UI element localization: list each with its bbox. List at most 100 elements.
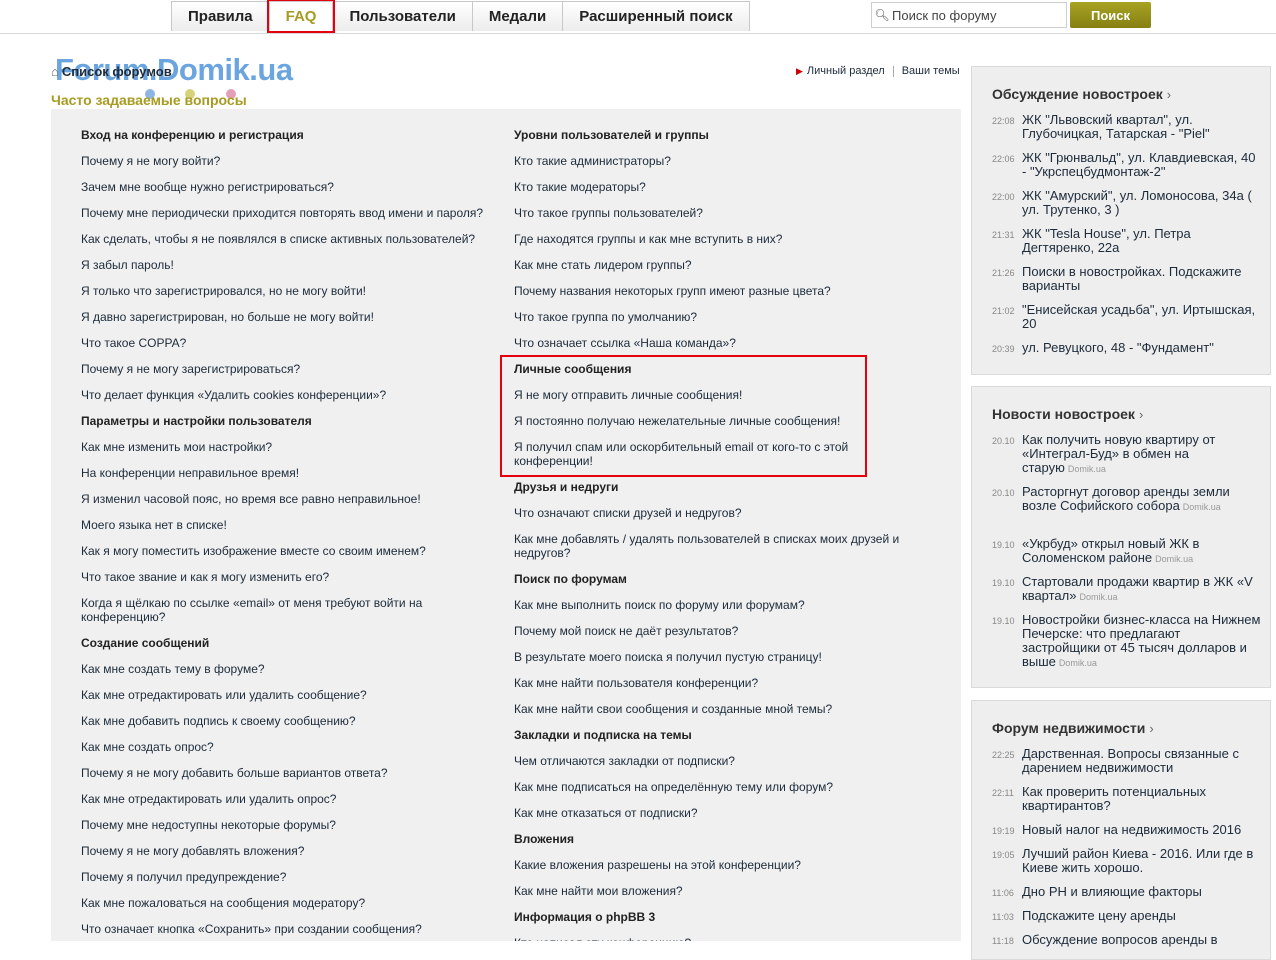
- faq-question-link[interactable]: Когда я щёлкаю по ссылке «email» от меня…: [81, 596, 486, 624]
- faq-question-link[interactable]: Как мне отказаться от подписки?: [514, 806, 909, 820]
- faq-question-link[interactable]: Почему я не могу войти?: [81, 154, 486, 168]
- faq-question-link[interactable]: Кто такие модераторы?: [514, 180, 909, 194]
- faq-question-link[interactable]: Как мне найти мои вложения?: [514, 884, 909, 898]
- faq-question-link[interactable]: Как я могу поместить изображение вместе …: [81, 544, 486, 558]
- news-link[interactable]: ЖК "Львовский квартал", ул. Глубочицкая,…: [1022, 113, 1262, 141]
- faq-question-link[interactable]: Почему мне недоступны некоторые форумы?: [81, 818, 486, 832]
- news-link[interactable]: Лучший район Киева - 2016. Или где в Кие…: [1022, 847, 1262, 875]
- search-button[interactable]: Поиск: [1070, 2, 1151, 28]
- news-title[interactable]: Новый налог на недвижимость 2016: [1022, 822, 1241, 837]
- faq-question-link[interactable]: Я изменил часовой пояс, но время все рав…: [81, 492, 486, 506]
- faq-question-link[interactable]: Где находятся группы и как мне вступить …: [514, 232, 909, 246]
- tab-users[interactable]: Пользователи: [332, 1, 473, 31]
- faq-question-link[interactable]: Как мне отредактировать или удалить опро…: [81, 792, 486, 806]
- news-title[interactable]: Дарственная. Вопросы связанные с дарение…: [1022, 746, 1239, 775]
- faq-question-link[interactable]: Что означает ссылка «Наша команда»?: [514, 336, 909, 350]
- faq-question-link[interactable]: Как мне подписаться на определённую тему…: [514, 780, 909, 794]
- home-icon[interactable]: ⌂: [51, 64, 59, 79]
- news-title[interactable]: Лучший район Киева - 2016. Или где в Кие…: [1022, 846, 1253, 875]
- faq-question-link[interactable]: Что такое COPPA?: [81, 336, 486, 350]
- faq-question-link[interactable]: Как мне пожаловаться на сообщения модера…: [81, 896, 486, 910]
- news-link[interactable]: Дарственная. Вопросы связанные с дарение…: [1022, 747, 1262, 775]
- faq-question-link[interactable]: Моего языка нет в списке!: [81, 518, 486, 532]
- faq-question-link[interactable]: Что такое группа по умолчанию?: [514, 310, 909, 324]
- faq-question-link[interactable]: Как мне добавлять / удалять пользователе…: [514, 532, 909, 560]
- faq-question-link[interactable]: Я не могу отправить личные сообщения!: [514, 388, 909, 402]
- tab-advanced-search[interactable]: Расширенный поиск: [562, 1, 750, 31]
- news-link[interactable]: "Енисейская усадьба", ул. Иртышская, 20: [1022, 303, 1262, 331]
- news-link[interactable]: ЖК "Tesla House", ул. Петра Дегтяренко, …: [1022, 227, 1262, 255]
- faq-question-link[interactable]: Я только что зарегистрировался, но не мо…: [81, 284, 486, 298]
- news-link[interactable]: Расторгнут договор аренды земли возле Со…: [1022, 485, 1262, 514]
- tab-rules[interactable]: Правила: [171, 1, 270, 31]
- faq-question-link[interactable]: Что означает кнопка «Сохранить» при созд…: [81, 922, 486, 936]
- faq-question-link[interactable]: Почему мой поиск не даёт результатов?: [514, 624, 909, 638]
- faq-question-link[interactable]: Как мне стать лидером группы?: [514, 258, 909, 272]
- faq-question-link[interactable]: Почему я не могу добавлять вложения?: [81, 844, 486, 858]
- news-title[interactable]: ЖК "Амурский", ул. Ломоносова, 34а ( ул.…: [1022, 188, 1252, 217]
- news-link[interactable]: ЖК "Амурский", ул. Ломоносова, 34а ( ул.…: [1022, 189, 1262, 217]
- faq-question-link[interactable]: Что означают списки друзей и недругов?: [514, 506, 909, 520]
- news-link[interactable]: Обсуждение вопросов аренды в: [1022, 933, 1218, 947]
- news-title[interactable]: ЖК "Tesla House", ул. Петра Дегтяренко, …: [1022, 226, 1191, 255]
- news-title[interactable]: Как проверить потенциальных квартирантов…: [1022, 784, 1206, 813]
- faq-question-link[interactable]: Что такое звание и как я могу изменить е…: [81, 570, 486, 584]
- faq-question-link[interactable]: Чем отличаются закладки от подписки?: [514, 754, 909, 768]
- faq-question-link[interactable]: Какие вложения разрешены на этой конфере…: [514, 858, 909, 872]
- news-link[interactable]: Новостройки бизнес-класса на Нижнем Пече…: [1022, 613, 1262, 670]
- faq-question-link[interactable]: Почему названия некоторых групп имеют ра…: [514, 284, 909, 298]
- news-link[interactable]: Подскажите цену аренды: [1022, 909, 1176, 923]
- news-link[interactable]: ул. Ревуцкого, 48 - "Фундамент": [1022, 341, 1214, 355]
- sidebar-title[interactable]: Форум недвижимости ›: [992, 720, 1154, 736]
- news-link[interactable]: Как проверить потенциальных квартирантов…: [1022, 785, 1262, 813]
- sidebar-title-text[interactable]: Новости новостроек: [992, 406, 1135, 422]
- faq-question-link[interactable]: Как мне добавить подпись к своему сообще…: [81, 714, 486, 728]
- news-link[interactable]: Новый налог на недвижимость 2016: [1022, 823, 1241, 837]
- news-title[interactable]: Подскажите цену аренды: [1022, 908, 1176, 923]
- news-title[interactable]: ул. Ревуцкого, 48 - "Фундамент": [1022, 340, 1214, 355]
- sidebar-title[interactable]: Обсуждение новостроек ›: [992, 86, 1171, 102]
- search-input[interactable]: [892, 7, 1060, 23]
- faq-question-link[interactable]: Как мне найти свои сообщения и созданные…: [514, 702, 909, 716]
- faq-question-link[interactable]: Почему мне периодически приходится повто…: [81, 206, 486, 220]
- faq-question-link[interactable]: Что делает функция «Удалить cookies конф…: [81, 388, 486, 402]
- faq-question-link[interactable]: Как сделать, чтобы я не появлялся в спис…: [81, 232, 486, 246]
- faq-question-link[interactable]: Как мне найти пользователя конференции?: [514, 676, 909, 690]
- faq-question-link[interactable]: Как мне создать опрос?: [81, 740, 486, 754]
- faq-question-link[interactable]: Зачем мне вообще нужно регистрироваться?: [81, 180, 486, 194]
- news-link[interactable]: Стартовали продажи квартир в ЖК «V кварт…: [1022, 575, 1262, 604]
- faq-question-link[interactable]: Почему я получил предупреждение?: [81, 870, 486, 884]
- faq-question-link[interactable]: Как мне выполнить поиск по форуму или фо…: [514, 598, 909, 612]
- your-topics-link[interactable]: Ваши темы: [902, 65, 960, 77]
- news-title[interactable]: Новостройки бизнес-класса на Нижнем Пече…: [1022, 612, 1260, 669]
- sidebar-title-text[interactable]: Обсуждение новостроек: [992, 86, 1163, 102]
- tab-faq[interactable]: FAQ: [266, 0, 336, 33]
- news-title[interactable]: Обсуждение вопросов аренды в: [1022, 932, 1218, 947]
- news-title[interactable]: Поиски в новостройках. Подскажите вариан…: [1022, 264, 1242, 293]
- sidebar-title[interactable]: Новости новостроек ›: [992, 406, 1143, 422]
- news-link[interactable]: Поиски в новостройках. Подскажите вариан…: [1022, 265, 1262, 293]
- news-title[interactable]: ЖК "Львовский квартал", ул. Глубочицкая,…: [1022, 112, 1210, 141]
- faq-question-link[interactable]: Я забыл пароль!: [81, 258, 486, 272]
- faq-question-link[interactable]: Кто такие администраторы?: [514, 154, 909, 168]
- faq-question-link[interactable]: Как мне создать тему в форуме?: [81, 662, 486, 676]
- breadcrumb-forum-list[interactable]: Список форумов: [62, 64, 172, 79]
- faq-question-link[interactable]: Кто написал эту конференцию?: [514, 936, 909, 941]
- faq-question-link[interactable]: На конференции неправильное время!: [81, 466, 486, 480]
- tab-medals[interactable]: Медали: [471, 1, 564, 31]
- news-title[interactable]: Дно РН и влияющие факторы: [1022, 884, 1202, 899]
- faq-question-link[interactable]: Как мне изменить мои настройки?: [81, 440, 486, 454]
- news-link[interactable]: «Укрбуд» открыл новый ЖК в Соломенском р…: [1022, 537, 1262, 566]
- news-title[interactable]: ЖК "Грюнвальд", ул. Клавдиевская, 40 - "…: [1022, 150, 1255, 179]
- personal-section-link[interactable]: Личный раздел: [807, 65, 885, 77]
- faq-question-link[interactable]: Что такое группы пользователей?: [514, 206, 909, 220]
- news-title[interactable]: Как получить новую квартиру от «Интеграл…: [1022, 432, 1215, 475]
- faq-question-link[interactable]: Я давно зарегистрирован, но больше не мо…: [81, 310, 486, 324]
- faq-question-link[interactable]: Почему я не могу зарегистрироваться?: [81, 362, 486, 376]
- news-title[interactable]: Стартовали продажи квартир в ЖК «V кварт…: [1022, 574, 1253, 603]
- faq-question-link[interactable]: В результате моего поиска я получил пуст…: [514, 650, 909, 664]
- faq-question-link[interactable]: Как мне отредактировать или удалить сооб…: [81, 688, 486, 702]
- sidebar-title-text[interactable]: Форум недвижимости: [992, 720, 1145, 736]
- news-title[interactable]: "Енисейская усадьба", ул. Иртышская, 20: [1022, 302, 1255, 331]
- news-link[interactable]: ЖК "Грюнвальд", ул. Клавдиевская, 40 - "…: [1022, 151, 1262, 179]
